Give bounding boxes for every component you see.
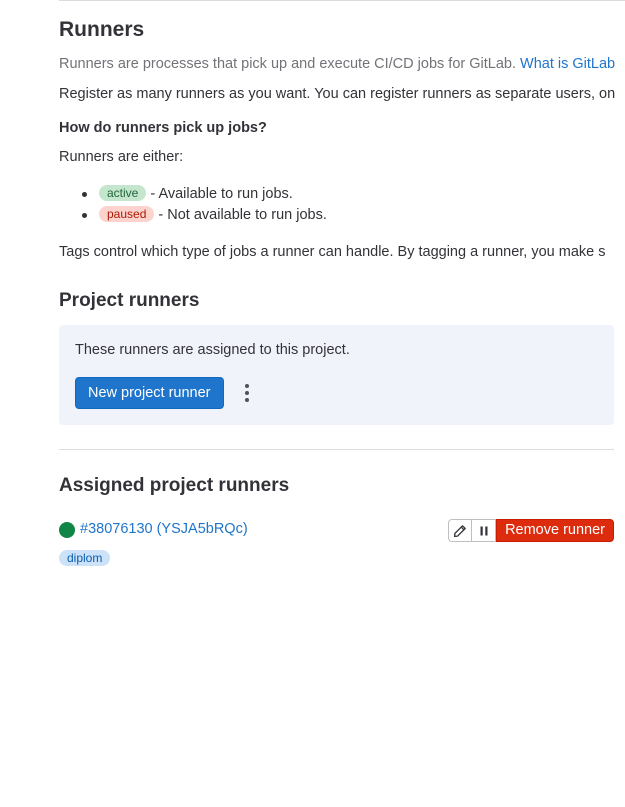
runner-tag: diplom — [59, 550, 111, 566]
project-runners-panel: These runners are assigned to this proje… — [59, 325, 614, 425]
pickup-question-heading: How do runners pick up jobs? — [59, 120, 267, 136]
status-online-icon — [59, 522, 75, 538]
runner-row: #38076130 (YSJA5bRQc) Remove runner — [59, 519, 614, 543]
active-description: - Available to run jobs. — [150, 186, 293, 202]
paused-description: - Not available to run jobs. — [158, 207, 327, 223]
runners-intro: Runners are processes that pick up and e… — [59, 56, 615, 72]
tags-text: Tags control which type of jobs a runner… — [59, 244, 606, 260]
runner-link[interactable]: #38076130 (YSJA5bRQc) — [80, 521, 248, 537]
section-divider — [59, 449, 614, 450]
runner-actions: Remove runner — [448, 519, 614, 542]
runners-either-text: Runners are either: — [59, 149, 184, 165]
project-runners-description: These runners are assigned to this proje… — [75, 342, 350, 358]
list-item: active - Available to run jobs. — [82, 184, 327, 205]
list-item: paused - Not available to run jobs. — [82, 205, 327, 226]
active-badge: active — [99, 185, 147, 201]
pencil-icon — [454, 524, 466, 537]
what-is-runner-link[interactable]: What is GitLab — [520, 56, 615, 72]
remove-runner-button[interactable]: Remove runner — [496, 519, 614, 542]
project-runners-heading: Project runners — [59, 290, 200, 311]
register-text: Register as many runners as you want. Yo… — [59, 86, 616, 102]
pause-runner-button[interactable] — [472, 519, 497, 542]
edit-runner-button[interactable] — [448, 519, 473, 542]
assigned-runners-heading: Assigned project runners — [59, 475, 290, 496]
runners-heading: Runners — [59, 18, 145, 41]
runners-intro-text: Runners are processes that pick up and e… — [59, 56, 516, 72]
paused-badge: paused — [99, 206, 155, 222]
runner-status-list: active - Available to run jobs. paused -… — [82, 184, 327, 226]
pause-icon — [480, 526, 488, 535]
new-project-runner-button[interactable]: New project runner — [75, 377, 224, 409]
runners-settings-content: Runners Runners are processes that pick … — [59, 0, 625, 807]
ellipsis-v-icon[interactable] — [239, 380, 255, 406]
